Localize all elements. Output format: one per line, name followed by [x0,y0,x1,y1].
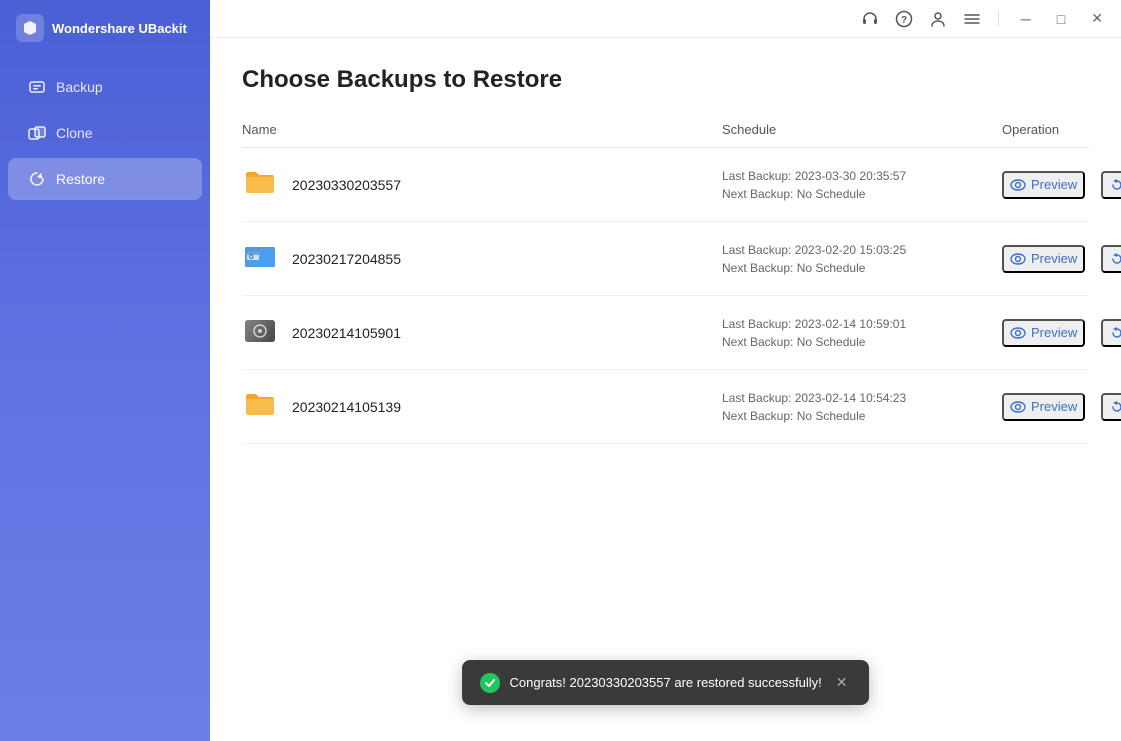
sidebar-nav: Backup Clone Restore [0,56,210,210]
folder-icon [242,312,278,353]
next-backup-text: Next Backup: No Schedule [722,187,1002,201]
ops-col: Preview Restore [1002,245,1121,273]
last-backup-text: Last Backup: 2023-02-14 10:59:01 [722,317,1002,331]
next-backup-text: Next Backup: No Schedule [722,261,1002,275]
headset-icon[interactable] [860,9,880,29]
sidebar-item-restore-label: Restore [56,171,105,187]
ops-col: Preview Restore [1002,319,1121,347]
restore-button[interactable]: Restore [1101,245,1121,273]
app-logo-icon [16,14,44,42]
toast-message: Congrats! 20230330203557 are restored su… [510,675,822,690]
success-toast: Congrats! 20230330203557 are restored su… [462,660,870,705]
col-schedule: Schedule [722,122,1002,137]
backup-name: 20230217204855 [292,251,401,267]
preview-button[interactable]: Preview [1002,245,1085,273]
page-title: Choose Backups to Restore [242,66,1089,94]
sidebar-item-backup-label: Backup [56,79,103,95]
col-operation: Operation [1002,122,1089,137]
sidebar: Wondershare UBackit Backup Clone Restore [0,0,210,741]
restore-button[interactable]: Restore [1101,171,1121,199]
ops-col: Preview Restore [1002,393,1121,421]
last-backup-text: Last Backup: 2023-02-20 15:03:25 [722,243,1002,257]
restore-op-icon [1109,325,1121,341]
folder-icon [242,164,278,205]
page-content: Choose Backups to Restore Name Schedule … [210,38,1121,741]
preview-label: Preview [1031,251,1077,266]
row-name-col: O 20230217204855 [242,238,722,279]
main-content: ? ─ □ ✕ Choose Backups to Restore Nam [210,0,1121,741]
preview-label: Preview [1031,177,1077,192]
close-button[interactable]: ✕ [1085,8,1109,29]
ops-col: Preview Restore [1002,171,1121,199]
folder-icon [242,386,278,427]
maximize-button[interactable]: □ [1051,9,1071,29]
next-backup-text: Next Backup: No Schedule [722,335,1002,349]
sidebar-item-clone-label: Clone [56,125,93,141]
restore-button[interactable]: Restore [1101,319,1121,347]
restore-op-icon [1109,251,1121,267]
schedule-col: Last Backup: 2023-02-20 15:03:25 Next Ba… [722,243,1002,275]
preview-button[interactable]: Preview [1002,171,1085,199]
table-row: O 20230217204855 Last Backup: 2023-02-20… [242,222,1089,296]
account-icon[interactable] [928,9,948,29]
schedule-col: Last Backup: 2023-02-14 10:54:23 Next Ba… [722,391,1002,423]
preview-label: Preview [1031,399,1077,414]
toast-close-button[interactable]: ✕ [832,672,852,693]
preview-button[interactable]: Preview [1002,393,1085,421]
table-row: 20230214105901 Last Backup: 2023-02-14 1… [242,296,1089,370]
sidebar-item-restore[interactable]: Restore [8,158,202,200]
backup-name: 20230214105901 [292,325,401,341]
restore-op-icon [1109,177,1121,193]
backup-list: 20230330203557 Last Backup: 2023-03-30 2… [242,148,1089,444]
row-name-col: 20230330203557 [242,164,722,205]
titlebar: ? ─ □ ✕ [210,0,1121,38]
schedule-col: Last Backup: 2023-02-14 10:59:01 Next Ba… [722,317,1002,349]
eye-icon [1010,251,1026,267]
help-icon[interactable]: ? [894,9,914,29]
svg-text:O: O [249,255,254,261]
restore-button[interactable]: Restore [1101,393,1121,421]
restore-op-icon [1109,399,1121,415]
sidebar-item-clone[interactable]: Clone [8,112,202,154]
last-backup-text: Last Backup: 2023-03-30 20:35:57 [722,169,1002,183]
app-header: Wondershare UBackit [0,0,210,56]
preview-label: Preview [1031,325,1077,340]
table-row: 20230214105139 Last Backup: 2023-02-14 1… [242,370,1089,444]
menu-icon[interactable] [962,9,982,29]
backup-name: 20230214105139 [292,399,401,415]
app-title: Wondershare UBackit [52,21,187,36]
toast-check-icon [480,673,500,693]
restore-icon [28,170,46,188]
next-backup-text: Next Backup: No Schedule [722,409,1002,423]
backup-name: 20230330203557 [292,177,401,193]
preview-button[interactable]: Preview [1002,319,1085,347]
eye-icon [1010,325,1026,341]
table-row: 20230330203557 Last Backup: 2023-03-30 2… [242,148,1089,222]
col-name: Name [242,122,722,137]
eye-icon [1010,177,1026,193]
svg-text:?: ? [901,15,907,26]
schedule-col: Last Backup: 2023-03-30 20:35:57 Next Ba… [722,169,1002,201]
eye-icon [1010,399,1026,415]
row-name-col: 20230214105901 [242,312,722,353]
clone-icon [28,124,46,142]
minimize-button[interactable]: ─ [1015,9,1037,29]
sidebar-item-backup[interactable]: Backup [8,66,202,108]
row-name-col: 20230214105139 [242,386,722,427]
table-header: Name Schedule Operation [242,122,1089,148]
folder-icon: O [242,238,278,279]
last-backup-text: Last Backup: 2023-02-14 10:54:23 [722,391,1002,405]
backup-icon [28,78,46,96]
